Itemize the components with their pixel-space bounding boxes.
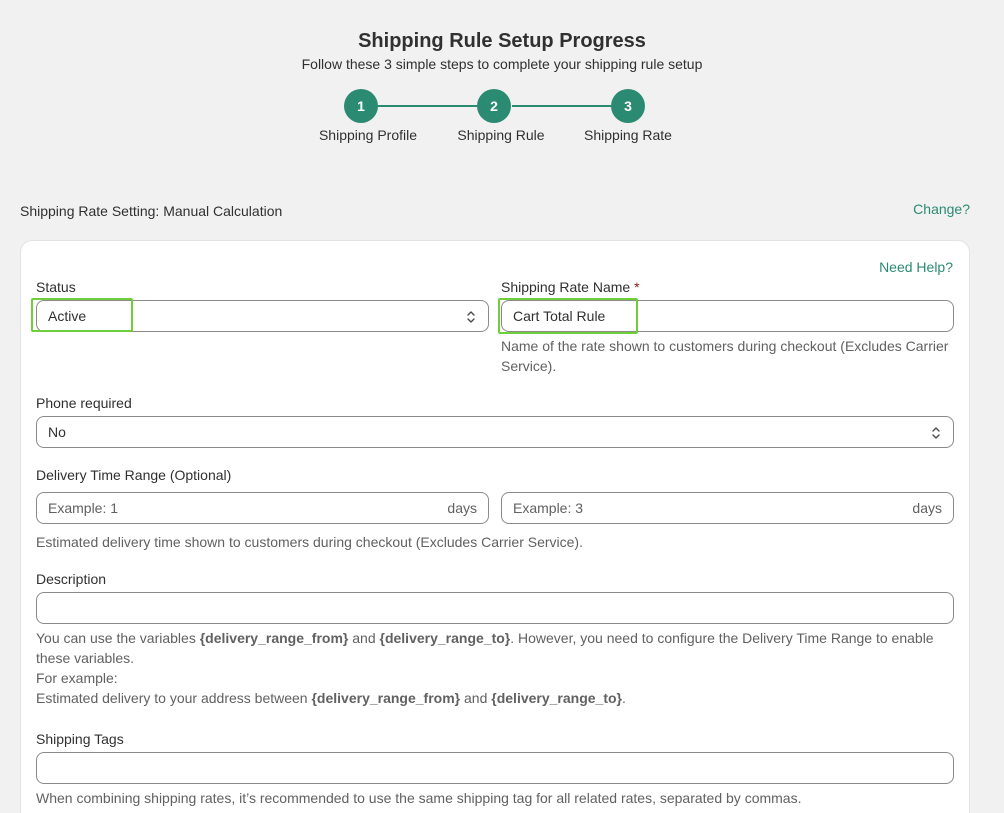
rate-setting-text: Shipping Rate Setting: Manual Calculatio… (20, 203, 283, 219)
delivery-range-help: Estimated delivery time shown to custome… (36, 534, 583, 550)
step-number: 3 (611, 89, 645, 123)
change-link[interactable]: Change? (913, 201, 970, 217)
delivery-from-placeholder: Example: 1 (48, 500, 119, 516)
phone-required-label: Phone required (36, 395, 132, 411)
variable-from: {delivery_range_from} (199, 630, 349, 646)
status-select[interactable]: Active (36, 300, 489, 332)
page-subtitle: Follow these 3 simple steps to complete … (301, 56, 703, 72)
description-label: Description (36, 571, 107, 587)
phone-required-value: No (48, 424, 66, 440)
delivery-to-input[interactable]: Example: 3 days (501, 492, 954, 524)
variable-to: {delivery_range_to} (379, 630, 511, 646)
step-shipping-rate: 3 Shipping Rate (563, 89, 693, 143)
step-label: Shipping Rule (457, 127, 545, 143)
step-number: 2 (477, 89, 511, 123)
days-suffix: days (447, 500, 477, 516)
rate-name-value: Cart Total Rule (513, 308, 606, 324)
rate-form-card: Need Help? Status Active Shipping Rate N… (20, 240, 970, 813)
step-shipping-profile: 1 Shipping Profile (303, 89, 433, 143)
status-value: Active (48, 308, 87, 324)
delivery-from-input[interactable]: Example: 1 days (36, 492, 489, 524)
required-mark: * (634, 279, 640, 295)
select-chevron-icon (467, 311, 475, 323)
step-number: 1 (344, 89, 378, 123)
step-shipping-rule: 2 Shipping Rule (436, 89, 566, 143)
page-title: Shipping Rule Setup Progress (358, 30, 646, 52)
variable-from: {delivery_range_from} (311, 690, 461, 706)
need-help-link[interactable]: Need Help? (879, 259, 953, 275)
page-header: Shipping Rule Setup Progress Follow thes… (0, 0, 1004, 73)
rate-setting-row: Shipping Rate Setting: Manual Calculatio… (20, 201, 970, 223)
description-help: You can use the variables {delivery_rang… (36, 630, 934, 706)
shipping-tags-label: Shipping Tags (36, 731, 124, 747)
status-label: Status (36, 279, 76, 295)
step-label: Shipping Profile (318, 127, 418, 143)
rate-name-help: Name of the rate shown to customers duri… (501, 338, 949, 374)
description-input[interactable] (36, 592, 954, 624)
delivery-to-placeholder: Example: 3 (513, 500, 584, 516)
variable-to: {delivery_range_to} (491, 690, 622, 706)
rate-name-label: Shipping Rate Name * (501, 279, 640, 295)
progress-stepper: 1 Shipping Profile 2 Shipping Rule 3 Shi… (0, 89, 1004, 149)
select-chevron-icon (932, 427, 940, 439)
phone-required-select[interactable]: No (36, 416, 954, 448)
shipping-tags-input[interactable] (36, 752, 954, 784)
delivery-range-label: Delivery Time Range (Optional) (36, 467, 232, 483)
rate-name-input[interactable]: Cart Total Rule (501, 300, 954, 332)
step-label: Shipping Rate (584, 127, 672, 143)
shipping-tags-help: When combining shipping rates, it’s reco… (36, 790, 802, 806)
days-suffix: days (912, 500, 942, 516)
